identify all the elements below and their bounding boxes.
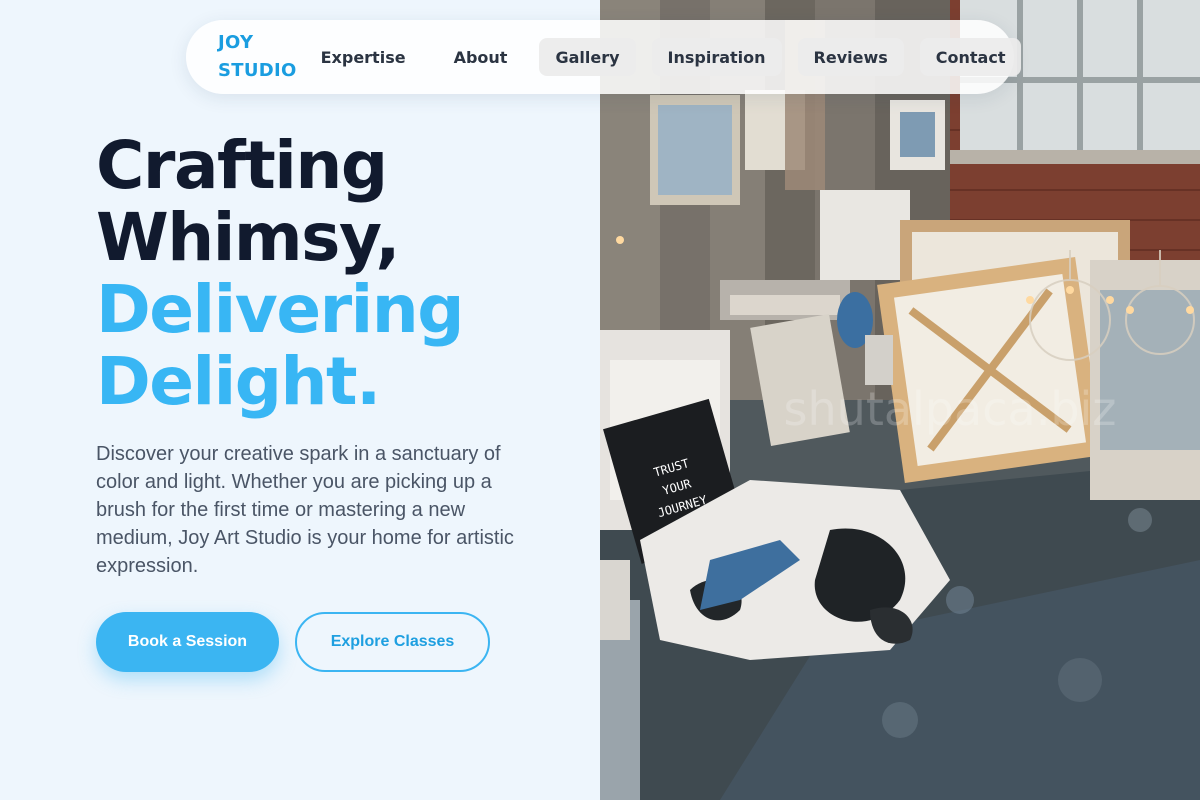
hero-description: Discover your creative spark in a sanctu… bbox=[96, 443, 514, 577]
hero-photo-art-studio: TRUST YOUR JOURNEY shutalpaca.biz bbox=[600, 0, 1200, 800]
headline-line-3: Delivering bbox=[96, 271, 464, 348]
nav-item-about[interactable]: About bbox=[438, 38, 524, 76]
nav-item-reviews[interactable]: Reviews bbox=[797, 38, 904, 76]
hero-headline: Crafting Whimsy, Delivering Delight. bbox=[96, 127, 464, 420]
top-navigation: JOY STUDIO Expertise About Gallery Inspi… bbox=[186, 20, 1022, 94]
explore-classes-button[interactable]: Explore Classes bbox=[295, 612, 490, 672]
brand-line-2: STUDIO bbox=[218, 60, 297, 81]
headline-line-4: Delight. bbox=[96, 343, 381, 420]
studio-illustration: TRUST YOUR JOURNEY shutalpaca.biz bbox=[600, 0, 1200, 800]
nav-item-gallery[interactable]: Gallery bbox=[539, 38, 636, 76]
headline-line-2: Whimsy, bbox=[96, 199, 400, 276]
watermark-text: shutalpaca.biz bbox=[784, 382, 1117, 436]
nav-item-inspiration[interactable]: Inspiration bbox=[651, 38, 782, 76]
nav-item-contact[interactable]: Contact bbox=[919, 38, 1022, 76]
headline-line-1: Crafting bbox=[96, 127, 388, 204]
brand-line-1: JOY bbox=[218, 32, 254, 53]
nav-links: Expertise About Gallery Inspiration Revi… bbox=[305, 38, 1022, 76]
landing-page: TRUST YOUR JOURNEY shutalpaca.biz JOY ST… bbox=[0, 0, 1200, 800]
book-session-button[interactable]: Book a Session bbox=[96, 612, 279, 672]
brand-logo[interactable]: JOY STUDIO bbox=[218, 29, 297, 85]
nav-item-expertise[interactable]: Expertise bbox=[305, 38, 422, 76]
